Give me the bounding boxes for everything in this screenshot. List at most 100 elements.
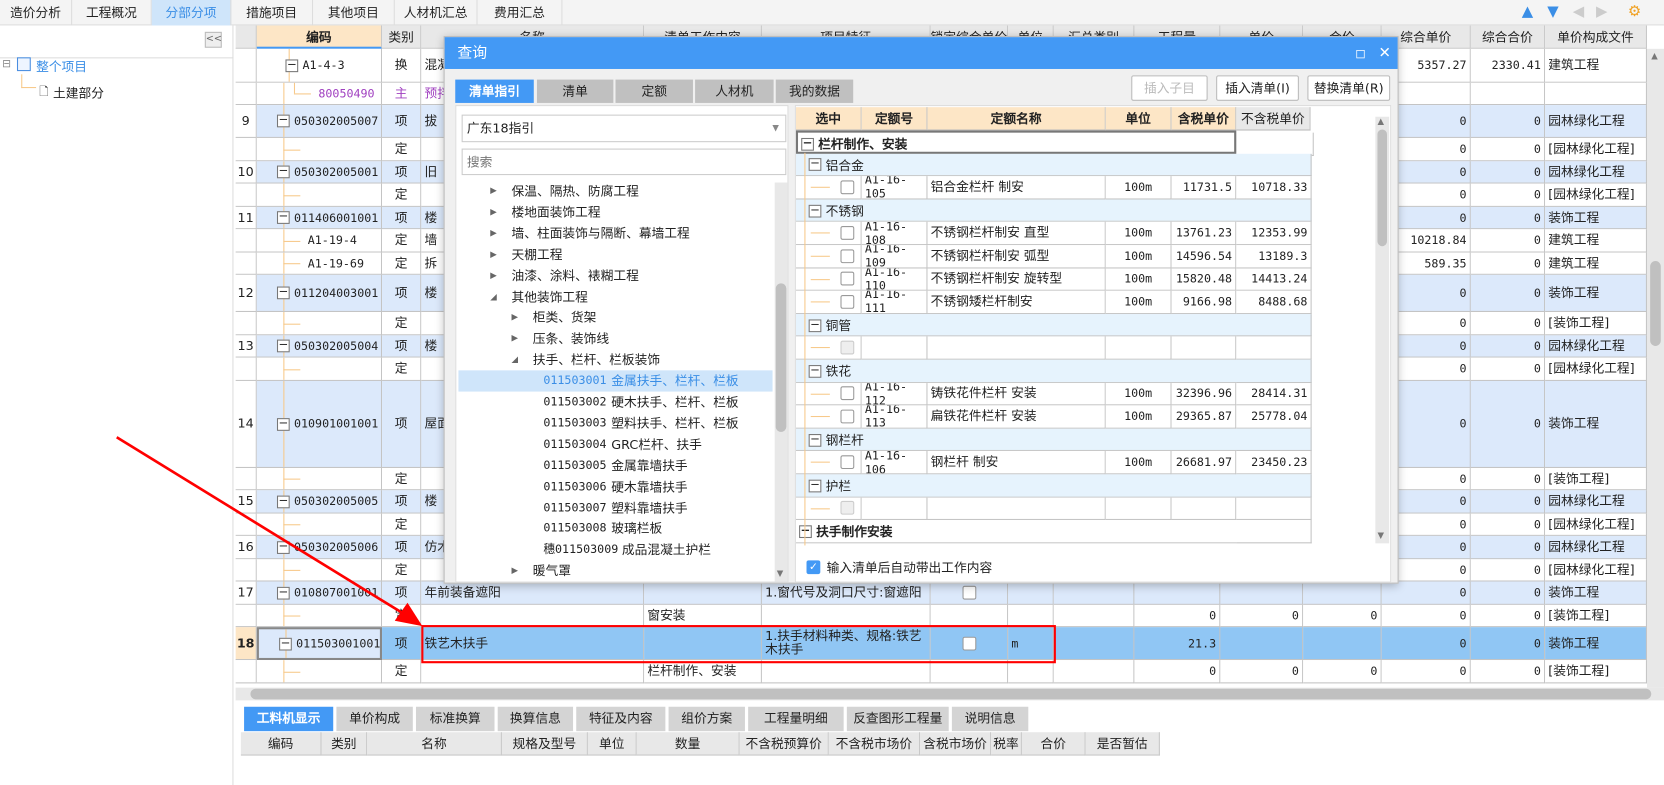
quota-row[interactable]: A1-16-106 钢栏杆 制安 100m 26681.97 23450.23 xyxy=(795,451,1312,475)
select-checkbox[interactable] xyxy=(840,455,855,470)
collapsed-triangle-icon[interactable]: ▶ xyxy=(490,265,497,286)
bottom-column-header[interactable]: 含税市场价 xyxy=(920,732,992,756)
quota-row[interactable] xyxy=(795,497,1312,521)
expanded-triangle-icon[interactable]: ◢ xyxy=(490,286,497,307)
guide-tree-item[interactable]: 011503001 金属扶手、栏杆、栏板 xyxy=(458,370,773,392)
guide-select[interactable]: 广东18指引 ▼ xyxy=(461,114,787,143)
quota-cell-select[interactable] xyxy=(795,405,862,429)
bottom-tab-5[interactable]: 组价方案 xyxy=(668,706,745,732)
quota-cell-select[interactable] xyxy=(795,336,862,360)
guide-tree-item[interactable]: ◢ 扶手、栏杆、栏板装饰 xyxy=(458,349,772,370)
collapsed-triangle-icon[interactable]: ▶ xyxy=(511,561,518,582)
quota-row[interactable]: − 钢栏杆 xyxy=(795,428,1312,452)
quota-cell-select[interactable] xyxy=(795,290,862,314)
insert-sub-button[interactable]: 插入子目 xyxy=(1131,75,1208,101)
insert-list-button[interactable]: 插入清单(I) xyxy=(1216,75,1299,101)
guide-tree-item[interactable]: ▶ 油漆、涂料、裱糊工程 xyxy=(458,265,772,286)
search-input[interactable] xyxy=(461,148,787,176)
quota-row[interactable] xyxy=(795,336,1312,360)
quota-cell-select[interactable] xyxy=(795,222,862,246)
guide-tree-scrollbar[interactable]: ▼ xyxy=(774,182,788,582)
guide-tree-item[interactable]: ▶ 楼地面装饰工程 xyxy=(458,202,772,223)
quota-column-header[interactable]: 含税单价 xyxy=(1171,107,1237,131)
bottom-column-header[interactable]: 是否暂估 xyxy=(1085,732,1160,756)
dialog-title-bar[interactable]: 查询 ◻ ✕ xyxy=(444,37,1398,69)
select-checkbox[interactable] xyxy=(840,409,855,424)
guide-tree-item[interactable]: 011503004 GRC栏杆、扶手 xyxy=(458,434,772,455)
quota-cell-select[interactable] xyxy=(795,451,862,475)
replace-list-button[interactable]: 替换清单(R) xyxy=(1307,75,1391,101)
dialog-tab-1[interactable]: 清单 xyxy=(536,79,614,103)
bottom-column-header[interactable]: 合价 xyxy=(1021,732,1086,756)
select-checkbox[interactable] xyxy=(840,340,855,355)
bottom-tab-8[interactable]: 说明信息 xyxy=(951,706,1029,732)
bottom-tab-7[interactable]: 反查图形工程量 xyxy=(846,706,949,732)
bottom-tab-2[interactable]: 标准换算 xyxy=(415,706,495,732)
bottom-tab-1[interactable]: 单价构成 xyxy=(336,706,413,732)
quota-column-header[interactable]: 选中 xyxy=(795,107,862,131)
guide-tree-item[interactable]: 011503007 塑料靠墙扶手 xyxy=(458,497,772,518)
guide-tree-item[interactable]: 011503008 玻璃栏板 xyxy=(458,518,772,539)
collapse-toggle-icon[interactable]: − xyxy=(808,478,822,493)
guide-tree-item[interactable]: ▶ 墙、柱面装饰与隔断、幕墙工程 xyxy=(458,223,772,244)
quota-row[interactable]: A1-16-111 不锈钢矮栏杆制安 100m 9166.98 8488.68 xyxy=(795,290,1312,314)
quota-column-header[interactable]: 定额名称 xyxy=(927,107,1106,131)
quota-column-header[interactable]: 单位 xyxy=(1105,107,1172,131)
collapse-toggle-icon[interactable]: − xyxy=(808,433,822,447)
quota-cell-select[interactable] xyxy=(795,176,862,200)
expanded-triangle-icon[interactable]: ◢ xyxy=(511,349,518,370)
guide-tree-item[interactable]: 穗011503009 成品混凝土护栏 xyxy=(458,539,772,560)
quota-column-header[interactable]: 不含税单价 xyxy=(1236,107,1311,131)
quota-row[interactable]: A1-16-109 不锈钢栏杆制安 弧型 100m 14596.54 13189.3 xyxy=(795,245,1312,269)
dialog-tab-0[interactable]: 清单指引 xyxy=(455,79,534,103)
bottom-column-header[interactable]: 规格及型号 xyxy=(501,732,588,756)
guide-tree-item[interactable]: ▶ 暖气罩 xyxy=(458,561,772,582)
bottom-column-header[interactable]: 数量 xyxy=(636,732,740,756)
maximize-icon[interactable]: ◻ xyxy=(1355,37,1366,69)
guide-tree-item[interactable]: ▶ 柜类、货架 xyxy=(458,307,772,328)
dialog-tab-2[interactable]: 定额 xyxy=(615,79,693,103)
bottom-column-header[interactable]: 编码 xyxy=(240,732,322,756)
quota-row[interactable]: A1-16-105 铝合金栏杆 制安 100m 11731.5 10718.33 xyxy=(795,176,1312,200)
dialog-tab-4[interactable]: 我的数据 xyxy=(775,79,854,103)
guide-tree-item[interactable]: 011503006 硬木靠墙扶手 xyxy=(458,476,772,497)
quota-row[interactable]: A1-16-112 铸铁花件栏杆 安装 100m 32396.96 28414.31 xyxy=(795,382,1312,406)
collapse-toggle-icon[interactable]: − xyxy=(808,364,822,378)
guide-tree-item[interactable]: 011503003 塑料扶手、栏杆、栏板 xyxy=(458,413,772,434)
collapse-toggle-icon[interactable]: − xyxy=(801,137,814,151)
select-checkbox[interactable] xyxy=(840,180,855,195)
quota-row[interactable]: − 护栏 xyxy=(795,474,1312,498)
guide-tree-item[interactable]: 011503005 金属靠墙扶手 xyxy=(458,455,772,476)
select-checkbox[interactable] xyxy=(840,226,855,241)
collapsed-triangle-icon[interactable]: ▶ xyxy=(511,328,518,349)
auto-work-checkbox[interactable]: ✓ 输入清单后自动带出工作内容 xyxy=(806,558,992,576)
bottom-column-header[interactable]: 税率 xyxy=(991,732,1022,756)
collapsed-triangle-icon[interactable]: ▶ xyxy=(511,582,518,583)
quota-cell-select[interactable] xyxy=(795,268,862,291)
select-checkbox[interactable] xyxy=(840,249,855,263)
guide-tree-item[interactable]: 011503002 硬木扶手、栏杆、栏板 xyxy=(458,392,772,413)
quota-cell-select[interactable] xyxy=(795,497,862,521)
quota-column-header[interactable]: 定额号 xyxy=(861,107,928,131)
guide-tree-item[interactable]: ▶ 浴厕配件 xyxy=(458,582,772,583)
bottom-tab-3[interactable]: 换算信息 xyxy=(497,706,574,732)
quota-cell-select[interactable] xyxy=(795,382,862,406)
collapse-toggle-icon[interactable]: − xyxy=(808,157,822,172)
guide-tree-item[interactable]: ▶ 保温、隔热、防腐工程 xyxy=(458,180,772,201)
select-checkbox[interactable] xyxy=(840,294,855,309)
quota-row[interactable]: A1-16-113 扁铁花件栏杆 安装 100m 29365.87 25778.04 xyxy=(795,405,1312,429)
select-checkbox[interactable] xyxy=(840,386,855,401)
quota-row[interactable]: − 铜管 xyxy=(795,313,1312,337)
collapsed-triangle-icon[interactable]: ▶ xyxy=(490,223,497,244)
quota-row[interactable]: A1-16-110 不锈钢栏杆制安 旋转型 100m 15820.48 14413.24 xyxy=(795,268,1312,291)
guide-tree-item[interactable]: ▶ 天棚工程 xyxy=(458,244,772,265)
guide-tree-item[interactable]: ◢ 其他装饰工程 xyxy=(458,286,772,307)
quota-cell-select[interactable] xyxy=(795,245,862,269)
bottom-column-header[interactable]: 单位 xyxy=(587,732,637,756)
quota-scrollbar[interactable]: ▲ ▼ xyxy=(1375,116,1390,544)
close-icon[interactable]: ✕ xyxy=(1378,37,1390,69)
quota-row[interactable]: A1-16-108 不锈钢栏杆制安 直型 100m 13761.23 12353.99 xyxy=(795,222,1312,246)
bottom-column-header[interactable]: 类别 xyxy=(321,732,368,756)
bottom-column-header[interactable]: 名称 xyxy=(367,732,502,756)
quota-row[interactable]: − 铝合金 xyxy=(795,153,1312,177)
